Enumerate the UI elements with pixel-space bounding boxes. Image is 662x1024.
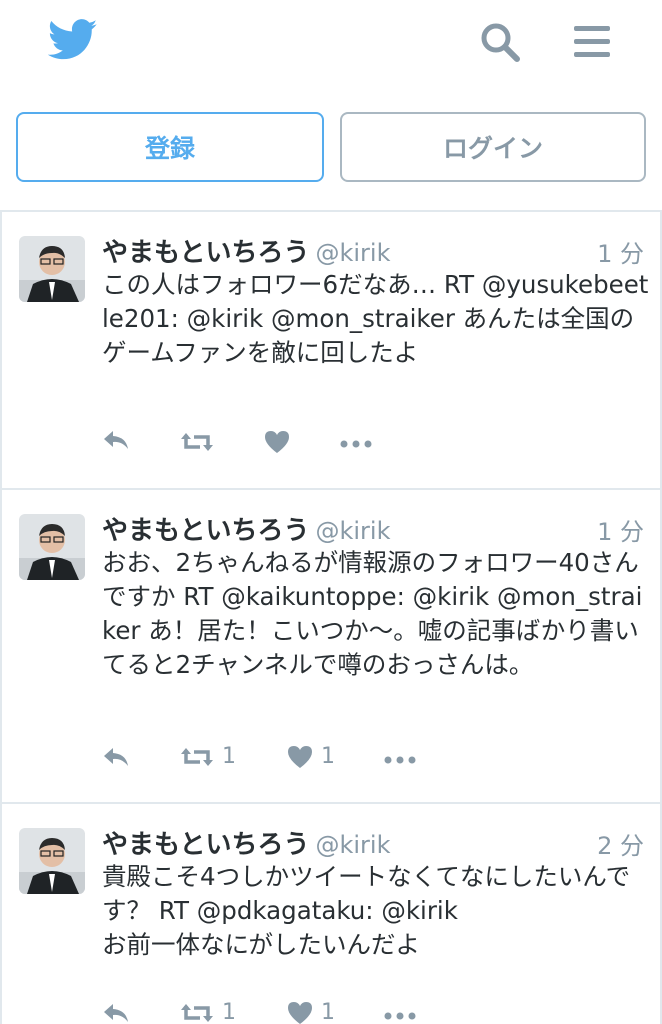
author-handle[interactable]: @kirik bbox=[315, 517, 390, 545]
author-name[interactable]: やまもといちろう bbox=[102, 238, 309, 268]
tweet-timestamp[interactable]: 1 分 bbox=[597, 512, 644, 547]
retweet-count: 1 bbox=[222, 1000, 236, 1024]
reply-icon[interactable] bbox=[102, 746, 130, 768]
retweet-icon[interactable]: 1 bbox=[180, 744, 236, 769]
signup-button[interactable]: 登録 bbox=[16, 112, 324, 182]
author-handle[interactable]: @kirik bbox=[315, 239, 390, 267]
like-count: 1 bbox=[321, 1000, 335, 1024]
like-icon[interactable]: 1 bbox=[287, 1000, 335, 1024]
tweet-text: 貴殿こそ4つしかツイートなくてなにしたいんです？ RT @pdkagataku:… bbox=[102, 862, 631, 959]
avatar[interactable] bbox=[19, 236, 85, 302]
login-button[interactable]: ログイン bbox=[340, 112, 646, 182]
tweet-timeline: やまもといちろう @kirik 1 分 この人はフォロワー6だなあ… RT @yu… bbox=[0, 210, 662, 1024]
top-bar bbox=[0, 0, 662, 90]
tweet-author[interactable]: やまもといちろう @kirik bbox=[102, 232, 390, 269]
tweet-item[interactable]: やまもといちろう @kirik 1 分 この人はフォロワー6だなあ… RT @yu… bbox=[2, 212, 660, 490]
like-icon[interactable] bbox=[264, 430, 296, 454]
avatar[interactable] bbox=[19, 828, 85, 894]
twitter-bird-icon[interactable] bbox=[47, 18, 98, 62]
hamburger-menu-icon[interactable] bbox=[570, 22, 614, 62]
tweet-item[interactable]: やまもといちろう @kirik 1 分 おお、2ちゃんねるが情報源のフォロワー40… bbox=[2, 490, 660, 804]
tweet-text: おお、2ちゃんねるが情報源のフォロワー40さんですか RT @kaikuntop… bbox=[102, 548, 643, 679]
author-handle[interactable]: @kirik bbox=[315, 831, 390, 859]
more-options-icon[interactable] bbox=[384, 1012, 416, 1020]
search-icon[interactable] bbox=[478, 20, 522, 64]
tweet-item[interactable]: やまもといちろう @kirik 2 分 貴殿こそ4つしかツイートなくてなにしたいん… bbox=[2, 804, 660, 1024]
author-name[interactable]: やまもといちろう bbox=[102, 830, 309, 860]
retweet-count: 1 bbox=[222, 744, 236, 769]
tweet-timestamp[interactable]: 2 分 bbox=[597, 826, 644, 861]
like-icon[interactable]: 1 bbox=[287, 744, 335, 769]
retweet-icon[interactable]: 1 bbox=[180, 1000, 236, 1024]
like-count: 1 bbox=[321, 744, 335, 769]
reply-icon[interactable] bbox=[102, 1002, 130, 1024]
reply-icon[interactable] bbox=[102, 429, 130, 451]
tweet-author[interactable]: やまもといちろう @kirik bbox=[102, 510, 390, 547]
tweet-author[interactable]: やまもといちろう @kirik bbox=[102, 824, 390, 861]
more-options-icon[interactable] bbox=[340, 440, 372, 448]
avatar[interactable] bbox=[19, 514, 85, 580]
tweet-text: この人はフォロワー6だなあ… RT @yusukebeetle201: @kir… bbox=[102, 270, 649, 367]
tweet-timestamp[interactable]: 1 分 bbox=[597, 234, 644, 269]
more-options-icon[interactable] bbox=[384, 756, 416, 764]
author-name[interactable]: やまもといちろう bbox=[102, 516, 309, 546]
retweet-icon[interactable] bbox=[180, 431, 220, 453]
